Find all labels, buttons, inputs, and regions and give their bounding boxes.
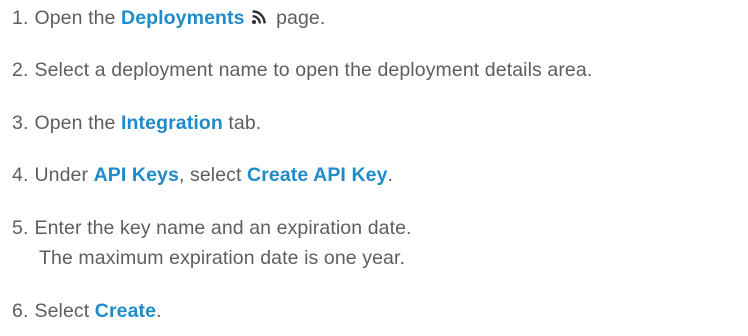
step-text: Enter the key name and an expiration dat… bbox=[34, 217, 412, 239]
step-number: 5. bbox=[12, 217, 29, 239]
deployments-label: Deployments bbox=[121, 7, 245, 29]
step-6: 6. Select Create. bbox=[12, 296, 162, 326]
create-label: Create bbox=[94, 300, 157, 322]
step-text: . bbox=[387, 164, 394, 186]
step-text: Open the bbox=[34, 7, 122, 29]
step-text: Under bbox=[34, 164, 94, 186]
step-1: 1. Open the Deployments page. bbox=[12, 3, 325, 33]
create-api-key-label: Create API Key bbox=[247, 164, 388, 186]
step-5: 5. Enter the key name and an expiration d… bbox=[12, 213, 412, 273]
step-number: 2. bbox=[12, 59, 29, 81]
step-note: The maximum expiration date is one year. bbox=[39, 247, 406, 269]
step-text: tab. bbox=[222, 112, 262, 134]
step-text: page. bbox=[270, 7, 326, 29]
step-4: 4. Under API Keys, select Create API Key. bbox=[12, 160, 393, 190]
step-text: Select bbox=[34, 300, 95, 322]
step-number: 4. bbox=[12, 164, 29, 186]
step-text: Open the bbox=[34, 112, 122, 134]
step-2: 2. Select a deployment name to open the d… bbox=[12, 55, 592, 85]
step-3: 3. Open the Integration tab. bbox=[12, 108, 261, 138]
step-text: , select bbox=[178, 164, 248, 186]
rss-feed-icon bbox=[251, 10, 266, 24]
step-number: 1. bbox=[12, 7, 29, 29]
step-number: 6. bbox=[12, 300, 29, 322]
api-keys-label: API Keys bbox=[93, 164, 179, 186]
step-text: Select a deployment name to open the dep… bbox=[34, 59, 593, 81]
step-number: 3. bbox=[12, 112, 29, 134]
step-text: . bbox=[156, 300, 162, 322]
instruction-steps: 1. Open the Deployments page. 2. Select a … bbox=[0, 0, 748, 336]
integration-label: Integration bbox=[121, 112, 223, 134]
